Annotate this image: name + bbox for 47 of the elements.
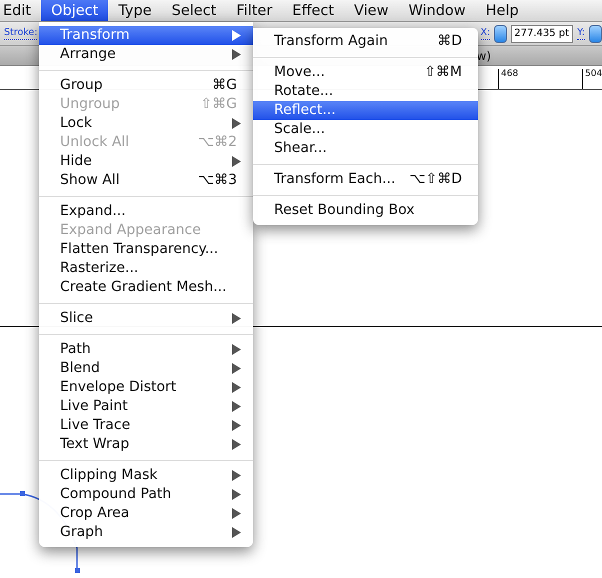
menu-item[interactable]: Graph bbox=[39, 523, 253, 542]
menu-item[interactable]: Text Wrap bbox=[39, 435, 253, 454]
spinner-button[interactable] bbox=[494, 24, 508, 42]
menu-item[interactable]: Expand... bbox=[39, 202, 253, 221]
menu-bar-item[interactable]: View bbox=[344, 0, 398, 21]
menu-bar-item[interactable]: Filter bbox=[226, 0, 282, 21]
menu-item[interactable]: Create Gradient Mesh... bbox=[39, 278, 253, 297]
menu-item[interactable]: Crop Area bbox=[39, 504, 253, 523]
menu-item[interactable]: Rasterize... bbox=[39, 259, 253, 278]
menu-item[interactable]: Move... ⇧⌘M bbox=[253, 63, 478, 82]
menu-item[interactable]: Blend bbox=[39, 359, 253, 378]
menu-item[interactable]: Rotate... bbox=[253, 82, 478, 101]
menu-bar-item[interactable]: Object bbox=[41, 0, 108, 21]
menu-item[interactable]: Arrange bbox=[39, 45, 253, 64]
menu-item[interactable]: Reflect... bbox=[253, 101, 478, 120]
menu-bar-item[interactable]: Edit bbox=[0, 0, 42, 21]
menu-item[interactable]: Lock bbox=[39, 114, 253, 133]
stroke-label[interactable]: Stroke: bbox=[4, 27, 38, 40]
menu-item[interactable]: Show All ⌥⌘3 bbox=[39, 171, 253, 190]
menu-bar-item[interactable]: Help bbox=[476, 0, 529, 21]
menu-item[interactable]: Transform bbox=[39, 26, 253, 45]
menu-item[interactable]: Envelope Distort bbox=[39, 378, 253, 397]
menu-item[interactable]: Live Trace bbox=[39, 416, 253, 435]
menu-item[interactable]: Shear... bbox=[253, 139, 478, 158]
menu-item[interactable]: Transform Again ⌘D bbox=[253, 32, 478, 51]
menu-item[interactable]: Transform Each... ⌥⇧⌘D bbox=[253, 170, 478, 189]
spinner-button[interactable] bbox=[589, 24, 602, 42]
x-label[interactable]: X: bbox=[480, 27, 490, 40]
menu-bar-item[interactable]: Effect bbox=[282, 0, 344, 21]
ruler-label: 468 bbox=[498, 69, 518, 89]
menu-item[interactable]: Compound Path bbox=[39, 485, 253, 504]
menu-item[interactable]: Live Paint bbox=[39, 397, 253, 416]
menu-bar-item[interactable]: Window bbox=[398, 0, 476, 21]
menu-item[interactable]: Slice bbox=[39, 309, 253, 328]
menu-item[interactable]: Hide bbox=[39, 152, 253, 171]
menu-item[interactable]: Path bbox=[39, 340, 253, 359]
menu-bar-item[interactable]: Select bbox=[162, 0, 226, 21]
menu-item[interactable]: Clipping Mask bbox=[39, 466, 253, 485]
y-label[interactable]: Y: bbox=[577, 27, 585, 40]
menu-item[interactable]: Scale... bbox=[253, 120, 478, 139]
menu-item[interactable]: Group ⌘G bbox=[39, 76, 253, 95]
document-tab-title: w) bbox=[476, 48, 491, 64]
x-field[interactable]: 277.435 pt bbox=[511, 24, 574, 42]
menu-item[interactable]: Flatten Transparency... bbox=[39, 240, 253, 259]
menu-item[interactable]: Reset Bounding Box bbox=[253, 201, 478, 220]
ruler-label: 504 bbox=[582, 69, 602, 89]
menu-bar-item[interactable]: Type bbox=[108, 0, 162, 21]
